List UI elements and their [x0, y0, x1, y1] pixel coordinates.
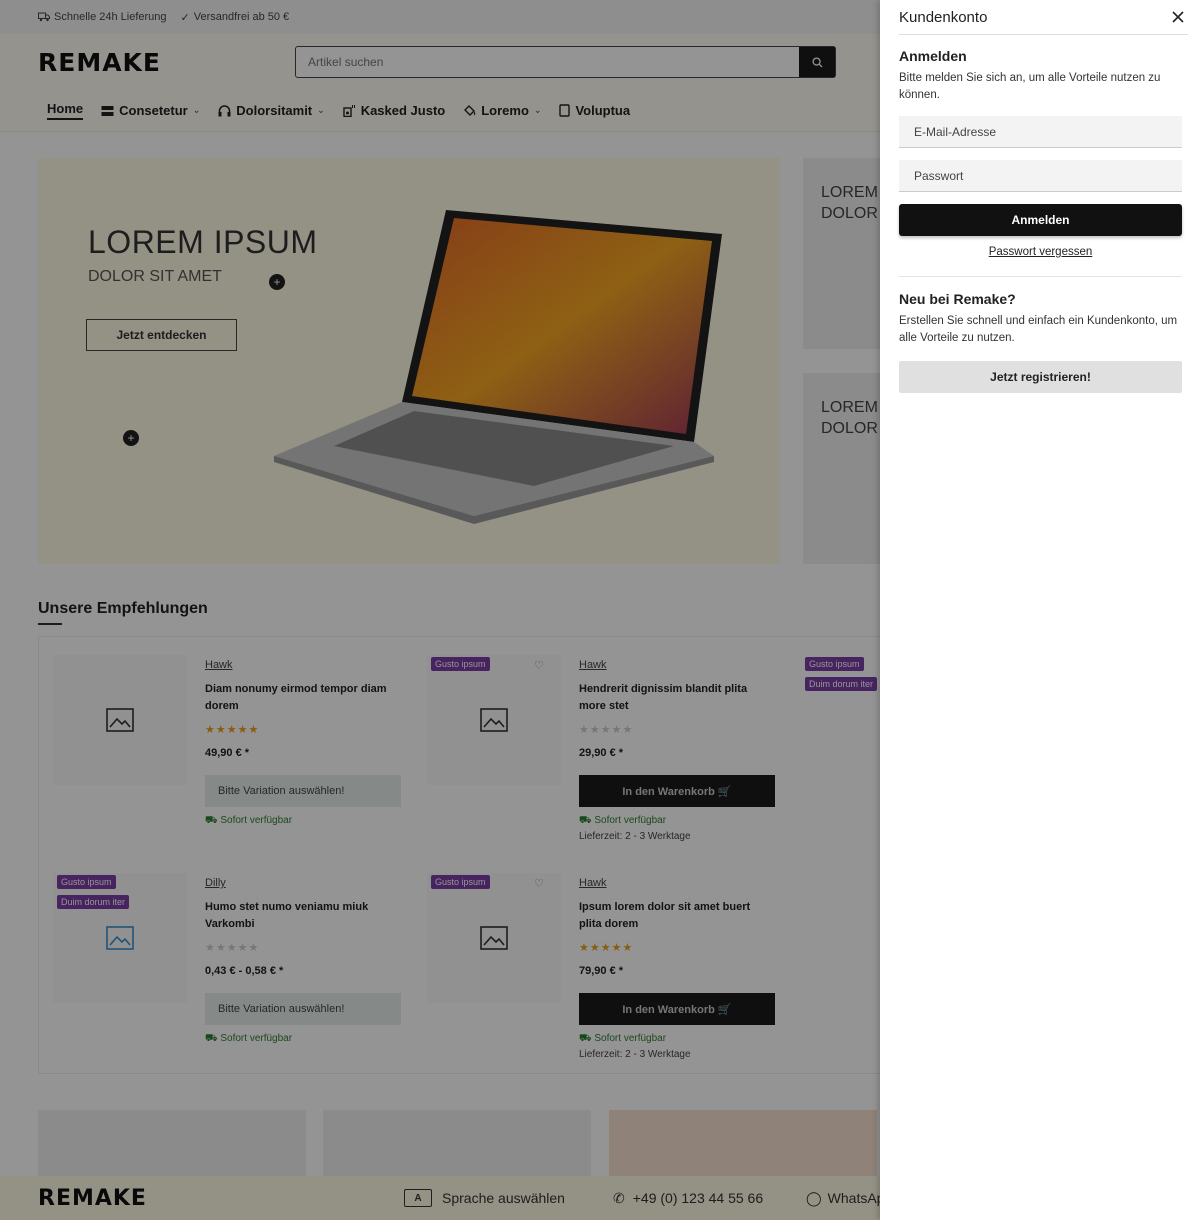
login-heading: Anmelden — [899, 48, 967, 64]
divider — [899, 276, 1182, 277]
account-drawer: Kundenkonto Anmelden Bitte melden Sie si… — [880, 0, 1200, 1220]
register-button[interactable]: Jetzt registrieren! — [899, 361, 1182, 393]
password-field[interactable] — [899, 160, 1182, 192]
register-text: Erstellen Sie schnell und einfach ein Ku… — [899, 315, 1178, 344]
email-field[interactable] — [899, 116, 1182, 148]
drawer-body: Anmelden Bitte melden Sie sich an, um al… — [880, 48, 1200, 393]
login-text: Bitte melden Sie sich an, um alle Vortei… — [899, 72, 1161, 101]
login-button[interactable]: Anmelden — [899, 204, 1182, 236]
forgot-password-link[interactable]: Passwort vergessen — [899, 246, 1182, 258]
drawer-title: Kundenkonto — [899, 8, 988, 26]
drawer-header: Kundenkonto — [899, 0, 1188, 35]
close-icon — [1172, 11, 1184, 23]
close-button[interactable] — [1168, 7, 1188, 27]
register-heading: Neu bei Remake? — [899, 291, 1016, 307]
